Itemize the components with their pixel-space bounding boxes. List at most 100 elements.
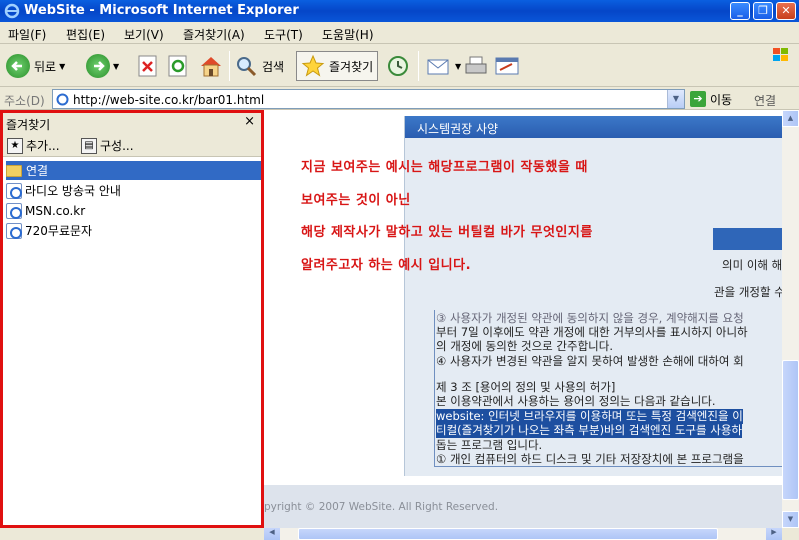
terms-line: ④ 사용자가 변경된 약관을 알지 못하여 발생한 손해에 대하여 회 (436, 354, 744, 368)
scroll-down-icon[interactable]: ▼ (782, 511, 799, 528)
go-button[interactable]: ➔ 이동 (690, 90, 750, 108)
star-icon (301, 54, 325, 77)
horizontal-scrollbar[interactable]: ◀ ▶ (264, 528, 782, 540)
mail-button[interactable]: ▼ (426, 51, 461, 81)
terms-line: 의 개정에 동의한 것으로 간주합니다. (436, 339, 613, 353)
printer-icon (465, 56, 487, 74)
menu-file[interactable]: 파일(F) (8, 26, 46, 43)
favorite-item[interactable]: 720무료문자 (6, 221, 261, 240)
forward-arrow-icon (86, 54, 110, 78)
toolbar: 뒤로 ▼ ▼ 검색 즐겨찾기 ▼ (0, 45, 799, 87)
restore-button[interactable]: ❐ (753, 2, 773, 20)
history-icon (388, 56, 408, 76)
favorites-toolbar: ★ 추가... ▤ 구성... (3, 133, 261, 157)
copyright-text: pyright © 2007 WebSite. All Right Reserv… (264, 501, 499, 513)
links-toolbar[interactable]: 연결 (754, 92, 776, 109)
organize-favorites-button[interactable]: ▤ 구성... (81, 137, 134, 154)
favorites-button[interactable]: 즐겨찾기 (296, 51, 379, 81)
terms-line-highlighted: 티컬(즐겨찾기가 나오는 좌측 부분)바의 검색엔진 도구를 사용하 (436, 423, 742, 438)
favorite-item[interactable]: MSN.co.kr (6, 201, 261, 220)
scroll-thumb[interactable] (298, 528, 718, 540)
favorite-label: 라디오 방송국 안내 (25, 184, 121, 198)
add-favorite-button[interactable]: ★ 추가... (7, 137, 60, 154)
stop-icon (138, 55, 157, 77)
add-favorite-icon: ★ (7, 137, 23, 154)
vertical-scrollbar[interactable]: ▲ ▼ (782, 110, 799, 528)
terms-line: 제 3 조 [용어의 정의 및 사용의 허가] (436, 380, 616, 394)
scroll-left-icon[interactable]: ◀ (264, 528, 280, 540)
refresh-button[interactable] (168, 51, 188, 81)
page-footer: pyright © 2007 WebSite. All Right Reserv… (264, 485, 782, 528)
organize-label: 구성... (100, 139, 134, 153)
page-icon (56, 93, 69, 106)
address-label: 주소(D) (4, 94, 45, 108)
menu-favorites[interactable]: 즐겨찾기(A) (183, 26, 245, 43)
favorite-folder-links[interactable]: 연결 (6, 161, 261, 180)
scroll-right-icon[interactable]: ▶ (766, 528, 782, 540)
close-window-button[interactable]: ✕ (776, 2, 796, 20)
search-label: 검색 (262, 59, 285, 74)
favorites-pane-header: 즐겨찾기 × (3, 113, 261, 133)
terms-line: 의미 이해 해 (722, 258, 782, 272)
title-bar: WebSite - Microsoft Internet Explorer _ … (0, 0, 799, 22)
address-url: http://web-site.co.kr/bar01.html (73, 93, 265, 107)
favorite-label: 연결 (26, 164, 49, 178)
terms-line: 본 이용약관에서 사용하는 용어의 정의는 다음과 같습니다. (436, 394, 716, 408)
edit-button[interactable] (494, 51, 520, 81)
menu-edit[interactable]: 편집(E) (66, 26, 105, 43)
ie-logo-icon (4, 3, 20, 19)
back-label: 뒤로 (34, 59, 57, 74)
terms-line: 관을 개정할 수 (714, 285, 782, 299)
stop-button[interactable] (138, 51, 158, 81)
chevron-down-icon[interactable]: ▼ (59, 62, 65, 71)
ie-page-icon (6, 182, 22, 199)
favorite-label: 720무료문자 (25, 224, 93, 238)
favorites-label: 즐겨찾기 (329, 59, 374, 74)
add-label: 추가... (26, 139, 60, 153)
menu-bar: 파일(F) 편집(E) 보기(V) 즐겨찾기(A) 도구(T) 도움말(H) (0, 22, 799, 61)
chevron-down-icon[interactable]: ▼ (113, 62, 119, 71)
back-arrow-icon (6, 54, 30, 78)
refresh-icon (168, 55, 187, 77)
notice-line: 해당 제작사가 말하고 있는 버틸컬 바가 무엇인지를 (301, 225, 593, 240)
minimize-button[interactable]: _ (730, 2, 750, 20)
home-button[interactable] (198, 51, 224, 81)
folder-icon (6, 164, 22, 177)
scroll-thumb[interactable] (782, 360, 799, 500)
go-arrow-icon: ➔ (690, 91, 706, 107)
terms-line: ① 개인 컴퓨터의 하드 디스크 및 기타 저장장치에 본 프로그램을 (436, 452, 744, 466)
scroll-up-icon[interactable]: ▲ (782, 110, 799, 127)
panel-title: 시스템권장 사양 (417, 122, 499, 136)
search-icon (237, 57, 257, 77)
search-button[interactable]: 검색 (234, 51, 284, 81)
menu-tools[interactable]: 도구(T) (264, 26, 303, 43)
print-button[interactable] (463, 51, 489, 81)
mail-icon (427, 59, 449, 75)
panel-title-bar: 시스템권장 사양 (405, 116, 782, 138)
favorite-label: MSN.co.kr (25, 203, 86, 218)
forward-button[interactable]: ▼ (86, 51, 119, 81)
address-bar: 주소(D) http://web-site.co.kr/bar01.html ▼… (0, 88, 799, 110)
history-button[interactable] (386, 51, 410, 81)
notice-line: 지금 보여주는 예시는 해당프로그램이 작동했을 때 (301, 160, 588, 175)
menu-help[interactable]: 도움말(H) (322, 26, 374, 43)
panel-bar (713, 228, 782, 250)
folder-icon: ▤ (81, 137, 97, 154)
chevron-down-icon[interactable]: ▼ (455, 62, 461, 71)
window-title: WebSite - Microsoft Internet Explorer (24, 3, 299, 18)
favorites-pane-title: 즐겨찾기 (6, 118, 51, 132)
go-label: 이동 (710, 92, 733, 107)
close-icon[interactable]: × (244, 114, 255, 129)
ie-page-icon (6, 222, 22, 239)
favorite-item[interactable]: 라디오 방송국 안내 (6, 181, 261, 200)
chevron-down-icon[interactable]: ▼ (667, 90, 684, 108)
terms-line: 돕는 프로그램 입니다. (436, 438, 543, 452)
notice-line: 보여주는 것이 아닌 (301, 193, 411, 208)
favorites-pane: 즐겨찾기 × ★ 추가... ▤ 구성... 연결 라디오 방송국 안내 MSN.c… (0, 110, 264, 528)
terms-line: 부터 7일 이후에도 약관 개정에 대한 거부의사를 표시하지 아니하 (436, 325, 748, 339)
notice-line: 알려주고자 하는 예시 입니다. (301, 258, 472, 273)
menu-view[interactable]: 보기(V) (124, 26, 164, 43)
back-button[interactable]: 뒤로 ▼ (6, 51, 65, 81)
address-input[interactable]: http://web-site.co.kr/bar01.html ▼ (52, 89, 685, 109)
web-content: 시스템권장 사양 의미 이해 해 관을 개정할 수 ③ 사용자가 개정된 약관에… (264, 110, 782, 528)
